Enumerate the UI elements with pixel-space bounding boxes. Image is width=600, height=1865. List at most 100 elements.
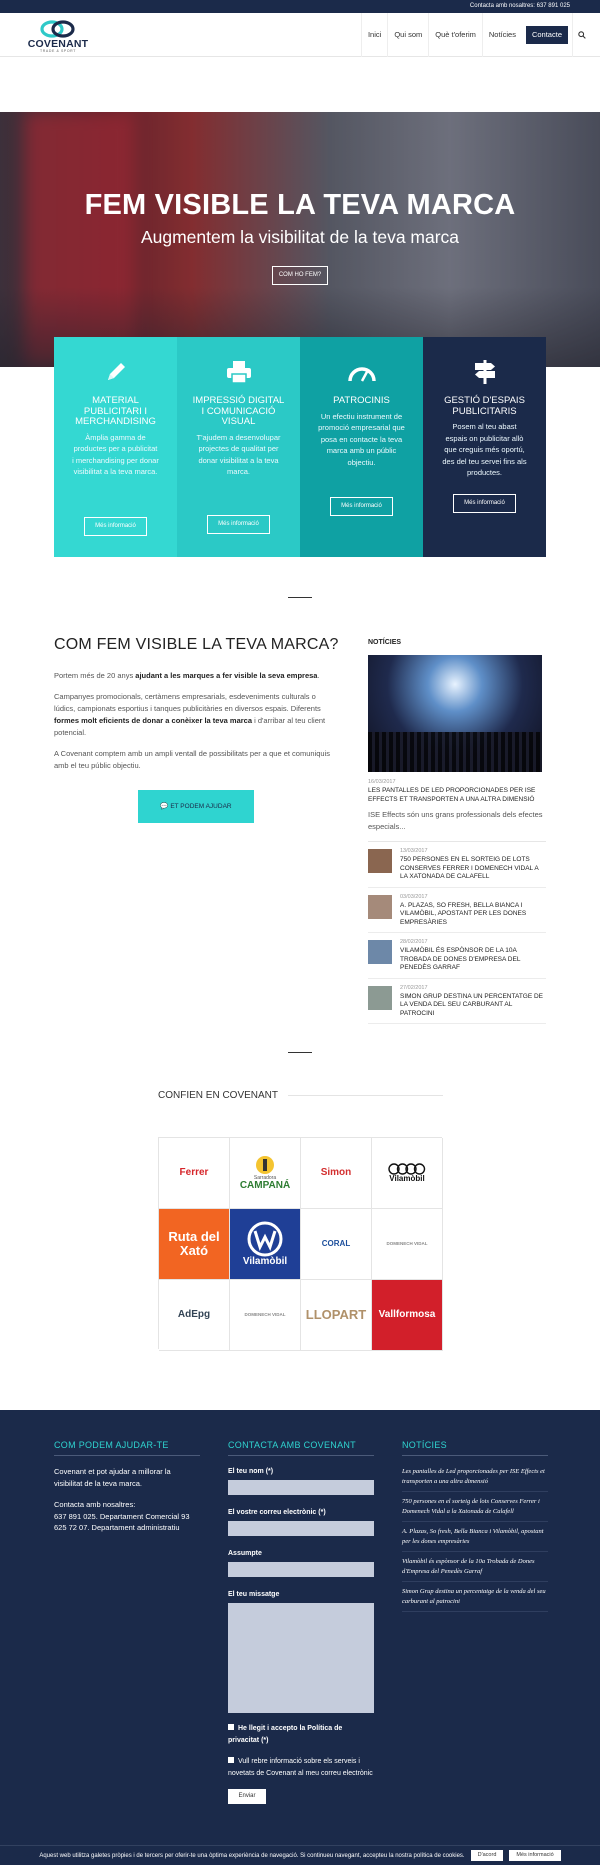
search-icon[interactable] bbox=[572, 13, 590, 57]
service-title: MATERIAL PUBLICITARI I MERCHANDISING bbox=[75, 395, 156, 427]
service-text: Àmplia gamma de productes per a publicit… bbox=[72, 432, 159, 477]
nav-item-noticies[interactable]: Notícies bbox=[481, 13, 522, 57]
client-logo[interactable]: DOMENECH VIDAL bbox=[230, 1280, 301, 1351]
intro-title: COM FEM VISIBLE LA TEVA MARCA? bbox=[54, 636, 339, 653]
intro-paragraph-2: Campanyes promocionals, certàmens empres… bbox=[54, 692, 326, 737]
privacy-label: He llegit i accepto la Política de priva… bbox=[228, 1725, 343, 1744]
client-logo-name: Vilamòbil bbox=[242, 1255, 288, 1267]
client-logo-name: Simon bbox=[320, 1166, 352, 1178]
subject-field[interactable] bbox=[228, 1562, 374, 1577]
nav-item-qui-som[interactable]: Qui som bbox=[387, 13, 428, 57]
news-title[interactable]: 750 PERSONES EN EL SORTEIG DE LOTS CONSE… bbox=[400, 856, 546, 882]
gauge-icon bbox=[300, 354, 423, 390]
news-title[interactable]: SIMON GRUP DESTINA UN PERCENTATGE DE LA … bbox=[400, 993, 546, 1019]
client-logo[interactable]: Ruta del Xató bbox=[159, 1209, 230, 1280]
footer-news-item[interactable]: Vilamòbil és espònsor de la 10a Trobada … bbox=[402, 1552, 548, 1582]
top-contact-bar: Contacta amb nosaltres: 637 891 025 bbox=[0, 0, 600, 13]
footer-contact-label: Contacta amb nosaltres: bbox=[54, 1500, 136, 1509]
news-list-item[interactable]: 13/03/2017 750 PERSONES EN EL SORTEIG DE … bbox=[368, 848, 546, 888]
help-button[interactable]: 💬 ET PODEM AJUDAR bbox=[138, 790, 254, 823]
client-logo[interactable]: Vilamòbil bbox=[372, 1138, 443, 1209]
covenant-logo[interactable]: COVENANT TRADE & SPORT bbox=[27, 19, 89, 53]
site-footer: COM PODEM AJUDAR-TE Covenant et pot ajud… bbox=[0, 1410, 600, 1845]
footer-news-list: Les pantalles de Led proporcionades per … bbox=[402, 1462, 548, 1612]
nav-item-que-toferim[interactable]: Què t'oferim bbox=[428, 13, 482, 57]
service-title: GESTIÓ D'ESPAIS PUBLICITARIS bbox=[444, 395, 525, 417]
footer-news-item[interactable]: A. Plazas, So fresh, Bella Bianca i Vila… bbox=[402, 1522, 548, 1552]
client-logo-name: CAMPANÁ bbox=[239, 1179, 291, 1191]
nav-item-inici[interactable]: Inici bbox=[360, 13, 387, 57]
site-header: COVENANT TRADE & SPORT Inici Qui som Què… bbox=[0, 13, 600, 57]
footer-form-heading: CONTACTA AMB COVENANT bbox=[228, 1440, 374, 1456]
campana-figure-icon bbox=[256, 1155, 274, 1174]
news-thumbnail[interactable] bbox=[368, 985, 392, 1010]
client-logo-name: Ferrer bbox=[179, 1166, 209, 1178]
service-text: Posem al teu abast espais on publicitar … bbox=[442, 422, 527, 477]
client-logo[interactable]: CORAL bbox=[301, 1209, 372, 1280]
nav-item-contacte[interactable]: Contacte bbox=[525, 26, 568, 44]
clients-title: CONFIEN EN COVENANT bbox=[158, 1090, 279, 1101]
client-logo[interactable]: AdEpg bbox=[159, 1280, 230, 1351]
client-logo[interactable]: Sarradora CAMPANÁ bbox=[230, 1138, 301, 1209]
client-logo[interactable]: Ferrer bbox=[159, 1138, 230, 1209]
footer-help-text: Covenant et pot ajudar a millorar la vis… bbox=[54, 1467, 171, 1488]
submit-button[interactable]: Enviar bbox=[228, 1789, 266, 1804]
privacy-checkbox[interactable] bbox=[228, 1724, 234, 1730]
footer-news-column: NOTÍCIES Les pantalles de Led proporcion… bbox=[402, 1440, 548, 1612]
client-logos-grid: Ferrer Sarradora CAMPANÁ Simon Vilamòbil Ruta… bbox=[158, 1137, 443, 1351]
client-logo-name: CORAL bbox=[321, 1238, 351, 1248]
logo-tagline: TRADE & SPORT bbox=[40, 49, 76, 53]
intro-paragraph-3: A Covenant comptem amb un ampli ventall … bbox=[54, 749, 330, 770]
client-logo-name: Vilamòbil bbox=[389, 1173, 425, 1183]
client-logo[interactable]: Vilamòbil bbox=[230, 1209, 301, 1280]
subject-label: Assumpte bbox=[228, 1550, 262, 1557]
section-divider bbox=[288, 597, 312, 598]
news-title[interactable]: A. PLAZAS, SO FRESH, BELLA BIANCA I VILA… bbox=[400, 902, 546, 928]
client-logo[interactable]: Vallformosa bbox=[372, 1280, 443, 1351]
cookie-text: Aquest web utilitza galetes pròpies i de… bbox=[39, 1852, 465, 1859]
newsletter-check-row: Vull rebre informació sobre els serveis … bbox=[228, 1756, 374, 1779]
service-more-button[interactable]: Més informació bbox=[453, 494, 516, 513]
message-field[interactable] bbox=[228, 1603, 374, 1713]
footer-news-item[interactable]: Les pantalles de Led proporcionades per … bbox=[402, 1462, 548, 1492]
client-logo-name: Ruta del Xató bbox=[168, 1229, 220, 1258]
featured-news-image[interactable] bbox=[368, 655, 542, 772]
hero-subtitle: Augmentem la visibilitat de la teva marc… bbox=[140, 227, 460, 247]
hero-button[interactable]: COM HO FEM? bbox=[272, 266, 328, 285]
service-more-button[interactable]: Més informació bbox=[207, 515, 270, 534]
name-label: El teu nom (*) bbox=[228, 1468, 274, 1475]
clients-title-line bbox=[288, 1095, 443, 1096]
news-date: 27/02/2017 bbox=[400, 984, 428, 991]
featured-news-title[interactable]: LES PANTALLES DE LED PROPORCIONADES PER … bbox=[368, 787, 546, 804]
client-logo-name: DOMENECH VIDAL bbox=[386, 1240, 428, 1246]
client-logo[interactable]: LLOPART bbox=[301, 1280, 372, 1351]
news-list-item[interactable]: 27/02/2017 SIMON GRUP DESTINA UN PERCENTA… bbox=[368, 984, 546, 1024]
message-label: El teu missatge bbox=[228, 1591, 280, 1598]
cookie-accept-button[interactable]: D'acord bbox=[470, 1850, 504, 1861]
news-thumbnail[interactable] bbox=[368, 940, 392, 964]
client-logo[interactable]: Simon bbox=[301, 1138, 372, 1209]
newsletter-checkbox[interactable] bbox=[228, 1757, 234, 1763]
news-title[interactable]: VILAMÒBIL ÉS ESPÒNSOR DE LA 10A TROBADA … bbox=[400, 947, 546, 973]
intro-paragraph-1: Portem més de 20 anys ajudant a les marq… bbox=[54, 671, 320, 680]
cookie-more-button[interactable]: Més informació bbox=[509, 1850, 561, 1861]
email-label: El vostre correu electrònic (*) bbox=[228, 1509, 326, 1516]
services-row: MATERIAL PUBLICITARI I MERCHANDISING Àmp… bbox=[54, 337, 546, 557]
cookie-bar: Aquest web utilitza galetes pròpies i de… bbox=[0, 1845, 600, 1865]
news-thumbnail[interactable] bbox=[368, 894, 392, 919]
news-list-item[interactable]: 03/03/2017 A. PLAZAS, SO FRESH, BELLA BIA… bbox=[368, 894, 546, 933]
footer-news-item[interactable]: Simon Grup destina un percentatge de la … bbox=[402, 1582, 548, 1612]
service-card-espais: GESTIÓ D'ESPAIS PUBLICITARIS Posem al te… bbox=[423, 337, 546, 557]
client-logo-name: Vallformosa bbox=[378, 1308, 436, 1320]
service-more-button[interactable]: Més informació bbox=[84, 517, 147, 536]
news-list-item[interactable]: 28/02/2017 VILAMÒBIL ÉS ESPÒNSOR DE LA 10… bbox=[368, 939, 546, 979]
footer-news-item[interactable]: 750 persones en el sorteig de lots Conse… bbox=[402, 1492, 548, 1522]
news-thumbnail[interactable] bbox=[368, 849, 392, 873]
featured-news-excerpt: ISE Effects són uns grans professionals … bbox=[368, 809, 546, 842]
email-field[interactable] bbox=[228, 1521, 374, 1536]
footer-help-heading: COM PODEM AJUDAR-TE bbox=[54, 1440, 200, 1456]
client-logo[interactable]: DOMENECH VIDAL bbox=[372, 1209, 443, 1280]
name-field[interactable] bbox=[228, 1480, 374, 1495]
featured-news-date: 16/03/2017 bbox=[368, 779, 396, 785]
service-more-button[interactable]: Més informació bbox=[330, 497, 393, 516]
